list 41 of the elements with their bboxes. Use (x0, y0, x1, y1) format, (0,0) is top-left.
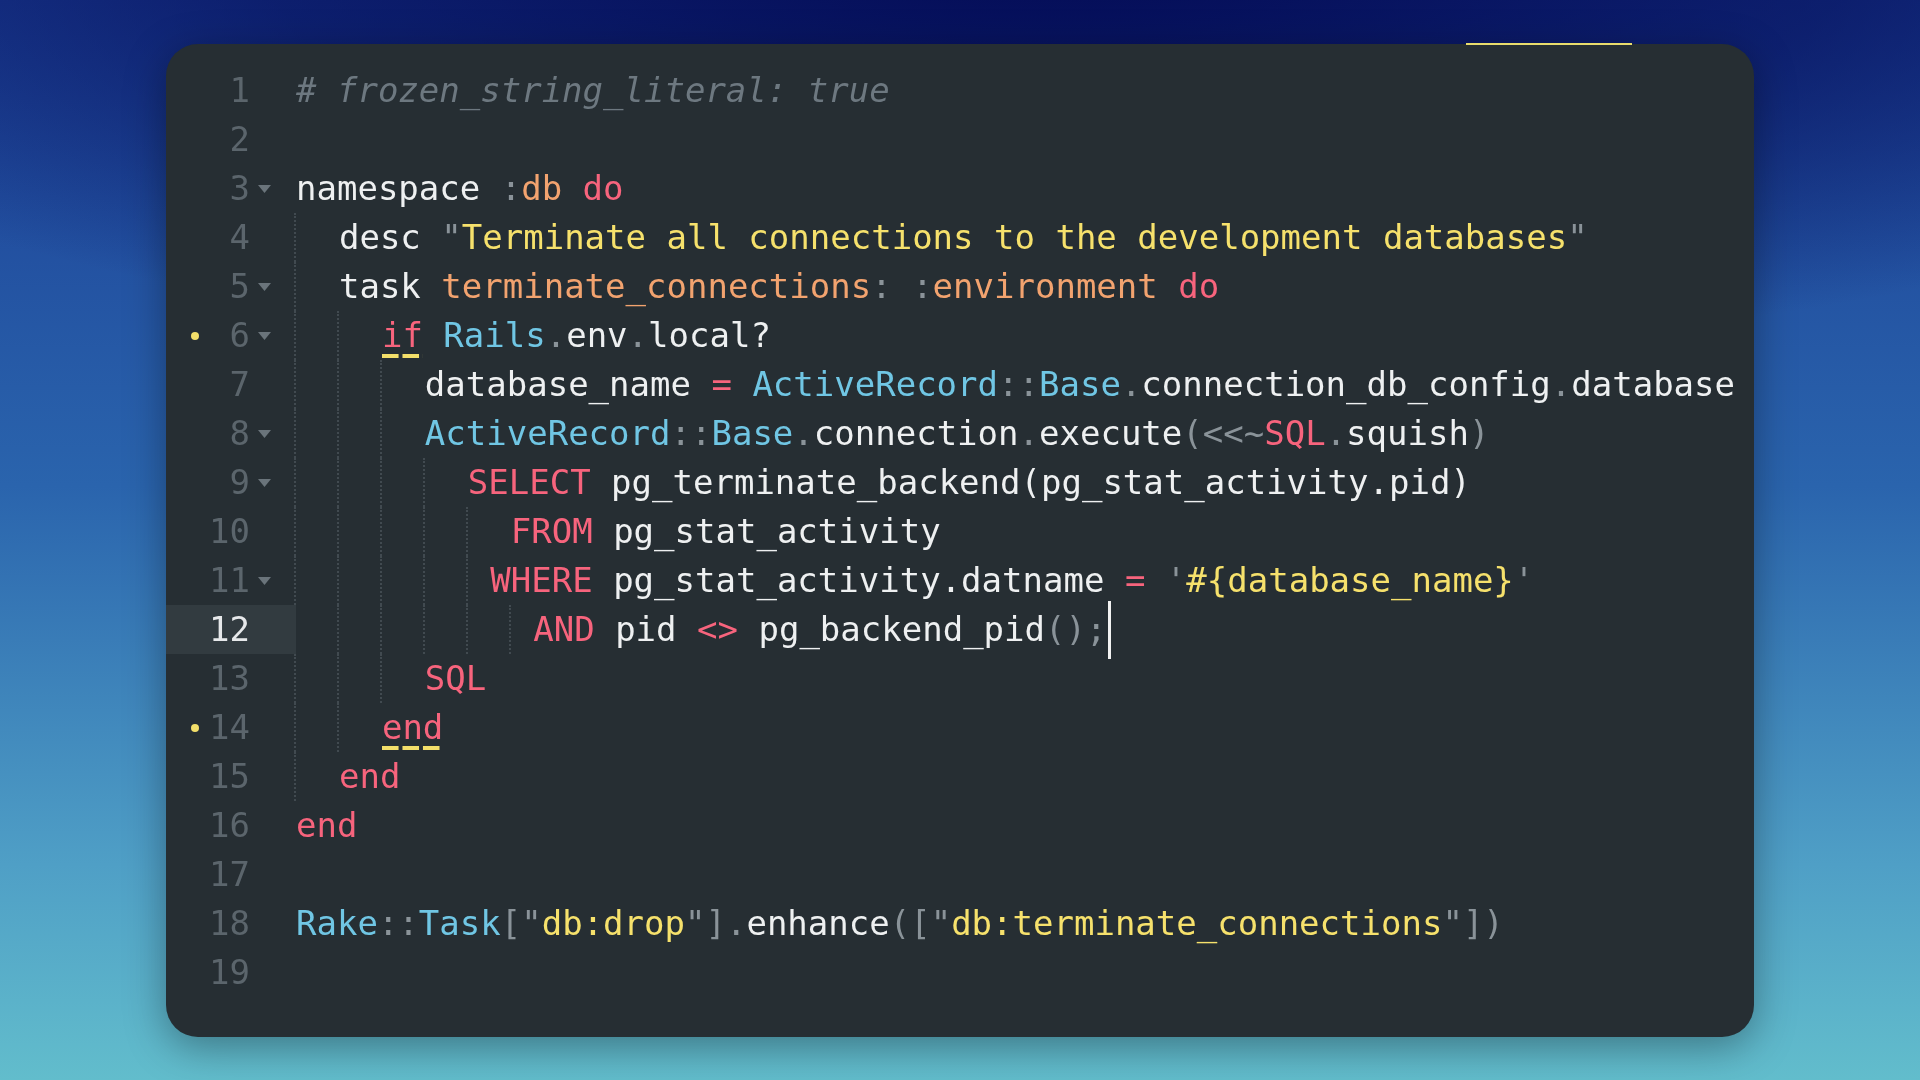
code-line: SQL (424, 657, 487, 700)
line-number: 6 (228, 314, 250, 357)
code-line: FROM pg_stat_activity (510, 510, 941, 554)
code-line: WHERE pg_stat_activity.datname = '#{database_name}' (490, 559, 1535, 603)
line-number: 9 (228, 461, 250, 504)
line-number: 8 (228, 412, 250, 455)
fold-caret-icon[interactable] (257, 282, 271, 291)
code-line: desc "Terminate all connections to the development databases" (338, 216, 1588, 259)
code-line: end (296, 804, 358, 847)
code-line: if Rails.env.local? (381, 311, 771, 360)
code-line: SELECT pg_terminate_backend(pg_stat_activity.pid) (467, 461, 1471, 505)
code-line: # frozen_string_literal: true (296, 69, 890, 113)
line-number: 7 (228, 363, 250, 406)
line-number: 14 (208, 706, 250, 749)
fold-caret-icon[interactable] (257, 576, 271, 585)
fold-caret-icon[interactable] (257, 429, 271, 438)
line-number: 11 (208, 559, 250, 602)
line-number: 17 (208, 853, 250, 896)
fold-caret-icon[interactable] (257, 331, 271, 340)
line-number: 18 (208, 902, 250, 945)
text-cursor (1108, 600, 1112, 659)
code-line: AND pid <> pg_backend_pid(); (533, 608, 1107, 652)
code-line: ActiveRecord::Base.connection.execute(<<~SQL.squish) (424, 412, 1490, 455)
code-line: Rake::Task["db:drop"].enhance(["db:terminate_connections"]) (296, 902, 1504, 946)
line-number: 12 (208, 608, 250, 651)
fold-caret-icon[interactable] (257, 478, 271, 487)
code-line: namespace :db do (296, 167, 624, 210)
line-number: 5 (228, 265, 250, 308)
line-number: 10 (208, 510, 250, 553)
line-number: 16 (208, 804, 250, 847)
code-line: task terminate_connections: :environment do (338, 265, 1220, 309)
fold-caret-icon[interactable] (257, 184, 271, 193)
code-line: end (338, 755, 401, 798)
code-line: database_name = ActiveRecord::Base.connection_db_config.database (424, 363, 1735, 407)
line-number: 19 (208, 951, 250, 994)
line-number: 13 (208, 657, 250, 700)
line-number: 4 (228, 216, 250, 259)
line-number: 3 (228, 167, 250, 210)
line-number: 2 (228, 118, 250, 161)
line-number: 1 (228, 69, 250, 112)
line-number: 15 (208, 755, 250, 798)
